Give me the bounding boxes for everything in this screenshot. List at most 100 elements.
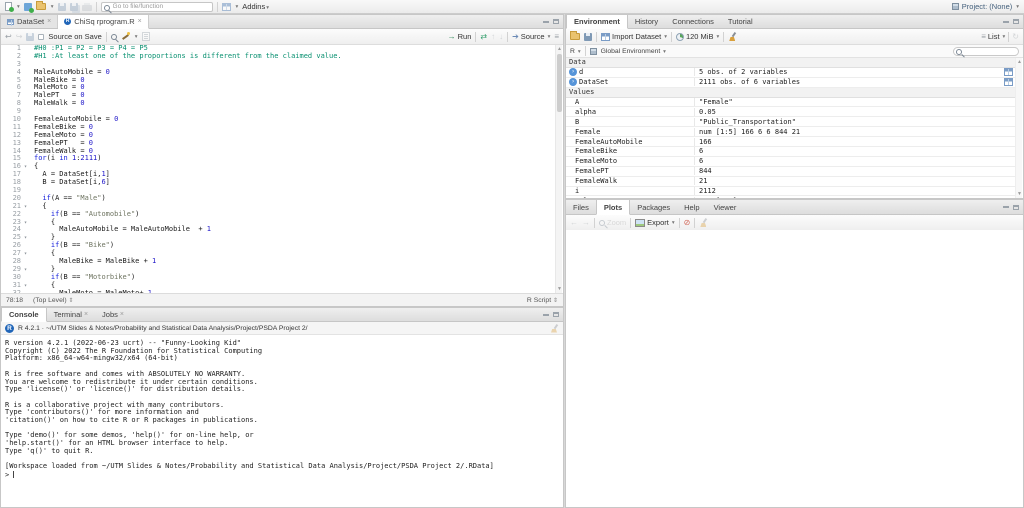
env-row-FemaleWalk[interactable]: FemaleWalk21 [566,177,1016,187]
minimize-icon[interactable] [543,314,549,316]
maximize-icon[interactable] [1013,205,1019,210]
tab-plots[interactable]: Plots [596,200,630,215]
fold-arrow-icon[interactable]: ▾ [21,250,30,258]
run-button[interactable]: →Run [448,32,472,41]
code-line[interactable]: 2#H1 :At least one of the proportions is… [1,53,556,61]
code-line[interactable]: 15for(i in 1:2111) [1,155,556,163]
environment-scrollbar[interactable]: ▲ ▼ [1015,58,1022,198]
view-data-icon[interactable] [1004,78,1013,86]
env-row-A[interactable]: A"Female" [566,98,1016,108]
open-folder-icon[interactable] [36,3,46,10]
code-line[interactable]: 28 MaleBike = MaleBike + 1 [1,258,556,266]
up-icon[interactable]: ↑ [491,33,495,41]
clear-plots-icon[interactable] [699,218,708,227]
remove-plot-icon[interactable]: ⊘ [684,219,691,227]
export-plot-button[interactable]: Export▾ [635,218,674,227]
source-button[interactable]: ➔Source▾ [512,32,550,41]
editor-scrollbar[interactable]: ▲ ▼ [555,45,562,293]
tab-terminal[interactable]: Terminal× [47,308,95,321]
minimize-icon[interactable] [1003,21,1009,23]
fold-arrow-icon[interactable]: ▾ [21,282,30,290]
tab-viewer[interactable]: Viewer [707,200,744,214]
scroll-up-icon[interactable]: ▲ [556,46,563,52]
close-icon[interactable]: × [138,18,142,25]
list-view-button[interactable]: ≡List▾ [981,32,1005,41]
print-icon[interactable] [82,5,92,11]
env-row-Male[interactable]: Malenum [1:5] 201 8 8 836 23 [566,196,1016,198]
save-all-icon[interactable] [70,3,78,11]
memory-usage-button[interactable]: 120 MiB▾ [676,32,719,41]
zoom-plot-button[interactable]: Zoom [599,218,626,227]
tab-tutorial[interactable]: Tutorial [721,15,760,28]
code-line[interactable]: 30 if(B == "Motorbike") [1,274,556,282]
tab-connections[interactable]: Connections [665,15,721,28]
expand-object-icon[interactable]: › [569,68,577,76]
tab-help[interactable]: Help [677,200,706,214]
find-icon[interactable] [111,34,117,40]
tab-console[interactable]: Console [1,308,47,322]
save-icon[interactable] [58,3,66,11]
addins-grid-icon[interactable] [222,3,231,11]
tab-files[interactable]: Files [566,200,596,214]
new-file-icon[interactable] [5,2,12,11]
fold-arrow-icon[interactable]: ▾ [21,203,30,211]
tab-environment[interactable]: Environment [566,15,628,29]
refresh-icon[interactable]: ↻ [1012,33,1019,41]
expand-object-icon[interactable]: › [569,78,577,86]
fold-arrow-icon[interactable]: ▾ [21,266,30,274]
maximize-icon[interactable] [553,312,559,317]
close-icon[interactable]: × [120,311,124,318]
env-row-DataSet[interactable]: ›DataSet2111 obs. of 6 variables [566,78,1016,88]
back-icon[interactable]: ↩ [5,33,12,41]
down-icon[interactable]: ↓ [499,33,503,41]
env-row-FemaleAutoMobile[interactable]: FemaleAutoMobile166 [566,137,1016,147]
fold-arrow-icon[interactable]: ▾ [21,163,30,171]
code-tools-icon[interactable] [121,32,130,41]
minimize-icon[interactable] [543,21,549,23]
tab-chisq-rprogram[interactable]: R ChiSq rprogram.R × [58,15,149,29]
tab-history[interactable]: History [628,15,665,28]
code-line[interactable]: 22 if(B == "Automobile") [1,211,556,219]
next-plot-icon[interactable]: → [582,219,590,227]
compile-report-icon[interactable] [142,32,150,41]
previous-plot-icon[interactable]: ← [570,219,578,227]
load-workspace-icon[interactable] [570,33,580,40]
doc-type-selector[interactable]: R Script ⇕ [527,297,558,304]
rerun-icon[interactable]: ⇄ [480,32,487,41]
clear-console-icon[interactable] [550,324,559,333]
code-editor[interactable]: 1#H0 :P1 = P2 = P3 = P4 = P52#H1 :At lea… [1,45,556,293]
env-row-Female[interactable]: Femalenum [1:5] 166 6 6 844 21 [566,127,1016,137]
view-data-icon[interactable] [1004,68,1013,76]
project-selector[interactable]: Project: (None) ▾ [952,2,1019,11]
save-icon[interactable] [26,33,34,41]
maximize-icon[interactable] [553,19,559,24]
language-selector[interactable]: R ▾ [570,48,581,55]
close-icon[interactable]: × [84,311,88,318]
scroll-up-icon[interactable]: ▲ [1016,59,1023,65]
source-on-save-checkbox[interactable] [38,34,44,40]
tab-packages[interactable]: Packages [630,200,677,214]
import-dataset-button[interactable]: Import Dataset▾ [601,32,667,41]
fold-arrow-icon[interactable]: ▾ [21,234,30,242]
env-row-FemalePT[interactable]: FemalePT844 [566,167,1016,177]
env-row-FemaleBike[interactable]: FemaleBike6 [566,147,1016,157]
env-row-B[interactable]: B"Public_Transportation" [566,117,1016,127]
tab-jobs[interactable]: Jobs× [95,308,131,321]
fold-arrow-icon[interactable]: ▾ [21,219,30,227]
goto-file-search[interactable] [101,2,213,12]
clear-environment-icon[interactable] [728,32,737,41]
outline-icon[interactable]: ≡ [554,33,559,41]
save-workspace-icon[interactable] [584,33,592,41]
env-row-i[interactable]: i2112 [566,187,1016,197]
close-icon[interactable]: × [47,18,51,25]
new-project-icon[interactable] [24,3,32,11]
environment-search[interactable] [953,47,1019,56]
console-output[interactable]: R version 4.2.1 (2022-06-23 ucrt) -- "Fu… [1,335,563,471]
code-line[interactable]: 8MaleWalk = 0 [1,100,556,108]
tab-dataset[interactable]: DataSet × [1,15,58,28]
code-line[interactable]: 26 if(B == "Bike") [1,242,556,250]
code-line[interactable]: 18 B = DataSet[i,6] [1,179,556,187]
scrollbar-thumb[interactable] [557,54,562,112]
console-prompt[interactable]: > [1,471,563,480]
scroll-down-icon[interactable]: ▼ [556,286,563,292]
